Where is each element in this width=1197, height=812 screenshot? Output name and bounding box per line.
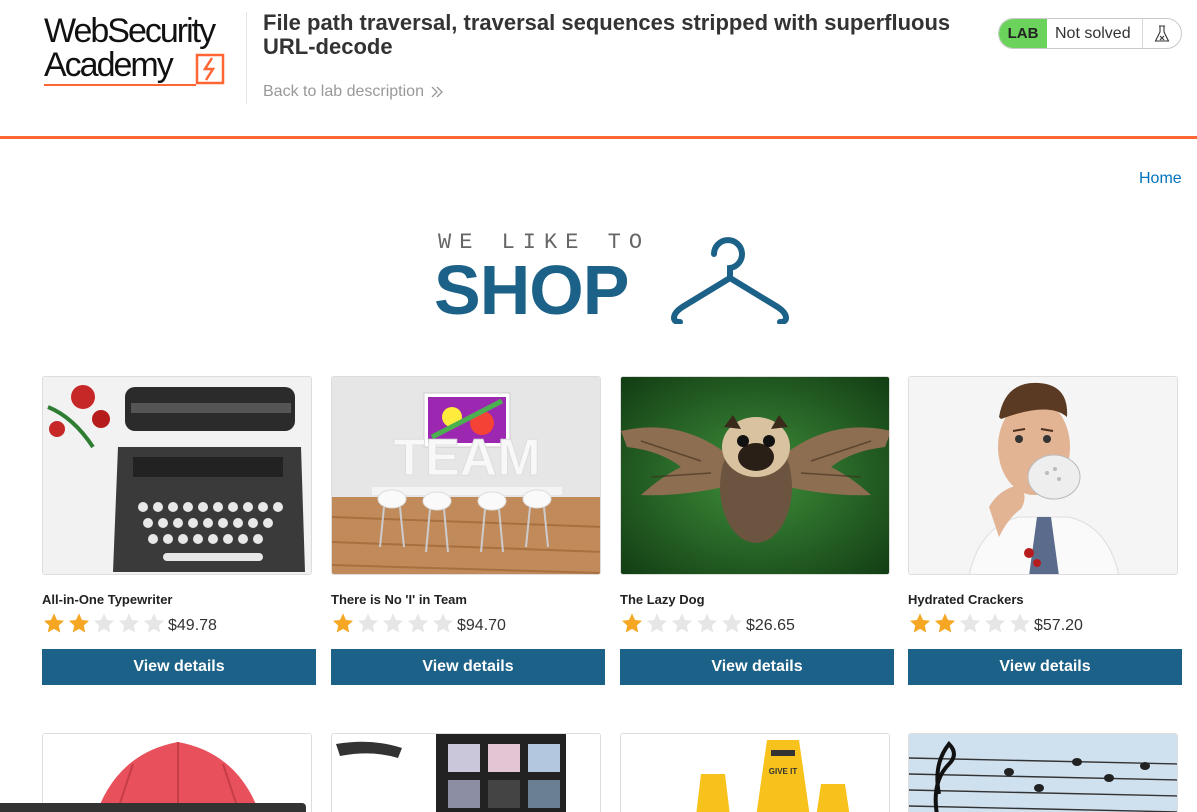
lab-status-tag: LAB	[999, 19, 1047, 48]
double-chevron-right-icon	[431, 86, 443, 98]
product-price: $49.78	[168, 617, 217, 634]
product-price: $26.65	[746, 617, 795, 634]
web-security-academy-logo[interactable]: WebSecurity Academy	[44, 12, 244, 92]
umbrella-image	[42, 733, 312, 812]
product-rating	[620, 612, 744, 634]
star-empty-icon	[93, 613, 115, 633]
product-name: All-in-One Typewriter	[42, 592, 173, 607]
star-filled-icon	[934, 613, 956, 633]
clothes-hanger-icon	[671, 237, 789, 324]
birds-on-music-wires-image	[908, 733, 1178, 812]
typewriter-image	[42, 376, 312, 575]
view-details-button[interactable]: View details	[331, 649, 605, 685]
product-rating	[331, 612, 455, 634]
wet-floor-signs-image: GIVE IT	[620, 733, 890, 812]
star-empty-icon	[721, 613, 743, 633]
star-filled-icon	[909, 613, 931, 633]
logo-text-line2: Academy	[44, 46, 174, 84]
product-name: Hydrated Crackers	[908, 592, 1024, 607]
star-empty-icon	[984, 613, 1006, 633]
product-name: The Lazy Dog	[620, 592, 705, 607]
product-rating	[42, 612, 166, 634]
star-filled-icon	[43, 613, 65, 633]
shop-banner: WE LIKE TO SHOP	[430, 226, 800, 326]
lab-status-text: Not solved	[1047, 19, 1143, 48]
home-link[interactable]: Home	[1139, 170, 1182, 188]
star-empty-icon	[696, 613, 718, 633]
logo-text-line1: WebSecurity	[44, 12, 216, 50]
star-empty-icon	[671, 613, 693, 633]
view-details-button[interactable]: View details	[908, 649, 1182, 685]
star-empty-icon	[646, 613, 668, 633]
product-name: There is No 'I' in Team	[331, 592, 467, 607]
flying-pug-image	[620, 376, 890, 575]
lab-status-widget: LAB Not solved	[998, 18, 1182, 49]
star-empty-icon	[118, 613, 140, 633]
star-empty-icon	[432, 613, 454, 633]
star-empty-icon	[1009, 613, 1031, 633]
academy-logo-mark-icon	[195, 53, 225, 85]
star-empty-icon	[357, 613, 379, 633]
star-filled-icon	[332, 613, 354, 633]
academy-header: WebSecurity Academy File path traversal,…	[0, 0, 1197, 139]
star-empty-icon	[407, 613, 429, 633]
banner-title: SHOP	[434, 251, 629, 329]
man-eating-cracker-image	[908, 376, 1178, 575]
star-empty-icon	[382, 613, 404, 633]
back-link-label: Back to lab description	[263, 83, 424, 100]
star-empty-icon	[143, 613, 165, 633]
svg-text:GIVE IT: GIVE IT	[769, 767, 798, 776]
product-rating	[908, 612, 1032, 634]
team-image: TEAM	[331, 376, 601, 575]
lab-title: File path traversal, traversal sequences…	[263, 10, 951, 59]
logo-underline	[44, 84, 196, 86]
product-price: $57.20	[1034, 617, 1083, 634]
star-filled-icon	[68, 613, 90, 633]
star-filled-icon	[621, 613, 643, 633]
view-details-button[interactable]: View details	[620, 649, 894, 685]
makeup-palette-image	[331, 733, 601, 812]
view-details-button[interactable]: View details	[42, 649, 316, 685]
product-price: $94.70	[457, 617, 506, 634]
status-toast	[0, 803, 306, 812]
back-to-lab-description-link[interactable]: Back to lab description	[263, 83, 444, 101]
svg-text:TEAM: TEAM	[393, 429, 540, 487]
header-divider	[246, 12, 247, 104]
flask-icon	[1143, 19, 1181, 48]
star-empty-icon	[959, 613, 981, 633]
